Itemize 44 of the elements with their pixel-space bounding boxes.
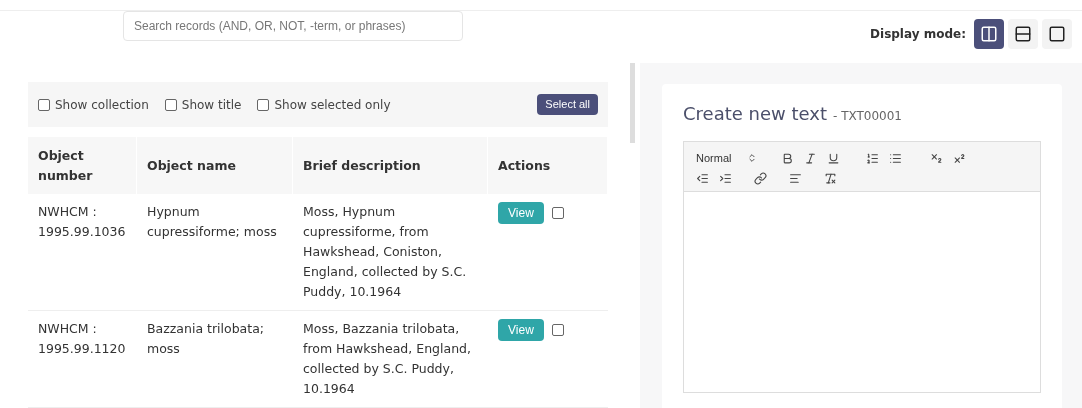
bullet-list-icon[interactable] xyxy=(889,151,903,165)
underline-icon[interactable] xyxy=(827,151,841,165)
scrollbar[interactable] xyxy=(630,63,635,143)
row-checkbox[interactable] xyxy=(551,207,564,219)
select-all-button[interactable]: Select all xyxy=(537,94,598,115)
column-header: Brief description xyxy=(303,156,421,175)
superscript-icon[interactable] xyxy=(953,151,967,165)
format-select[interactable]: Normal xyxy=(696,150,758,167)
filter-checkbox[interactable] xyxy=(164,98,177,111)
table-cell-text: NWHCM : 1995.99.1036 xyxy=(38,203,127,241)
table-cell-text: Moss, Hypnum cupressiforme, from Hawkshead, Coniston, England, collected by S.C. Puddy, 10.1964 xyxy=(303,203,468,301)
table-cell-text: Moss, Bazzania trilobata, from Hawkshead, England, collected by S.C. Puddy, 10.1964 xyxy=(303,320,472,398)
filter-checkbox[interactable] xyxy=(38,98,50,111)
editor-title: Create new text xyxy=(683,102,827,126)
column-header: Object number xyxy=(38,146,94,185)
columns-icon xyxy=(980,25,998,43)
display-mode-button[interactable] xyxy=(974,19,1004,49)
table-cell-text: NWHCM : 1995.99.1120 xyxy=(38,320,127,358)
filter-label: Show collection xyxy=(55,96,149,114)
display-mode-button[interactable] xyxy=(1008,19,1038,49)
clear-format-icon[interactable] xyxy=(824,171,837,185)
column-header: Object name xyxy=(147,156,236,175)
updown-icon xyxy=(747,153,758,164)
numbered-list-icon[interactable] xyxy=(866,151,880,165)
display-mode-button[interactable] xyxy=(1042,19,1072,49)
square-icon xyxy=(1048,25,1066,43)
search-field[interactable]: Search records (AND, OR, NOT, -term, or phrases) xyxy=(123,11,463,41)
subscript-icon[interactable] xyxy=(930,151,944,165)
filter-label: Show title xyxy=(181,96,242,114)
row-checkbox[interactable] xyxy=(551,324,564,336)
align-icon[interactable] xyxy=(789,171,802,185)
link-icon[interactable] xyxy=(754,171,767,185)
rows-icon xyxy=(1014,25,1032,43)
italic-icon[interactable] xyxy=(804,151,818,165)
display-mode-label: Display mode: xyxy=(870,26,966,43)
outdent-icon[interactable] xyxy=(696,171,709,185)
bold-icon[interactable] xyxy=(781,151,795,165)
table-cell-text: Hypnum cupressiforme; moss xyxy=(147,203,278,241)
filter-checkbox[interactable] xyxy=(257,98,270,111)
indent-icon[interactable] xyxy=(719,171,732,185)
table-cell-text: Bazzania trilobata; moss xyxy=(147,320,266,358)
text-code: - TXT00001 xyxy=(833,108,902,125)
filter-label: Show selected only xyxy=(274,96,391,114)
column-header: Actions xyxy=(498,156,551,175)
